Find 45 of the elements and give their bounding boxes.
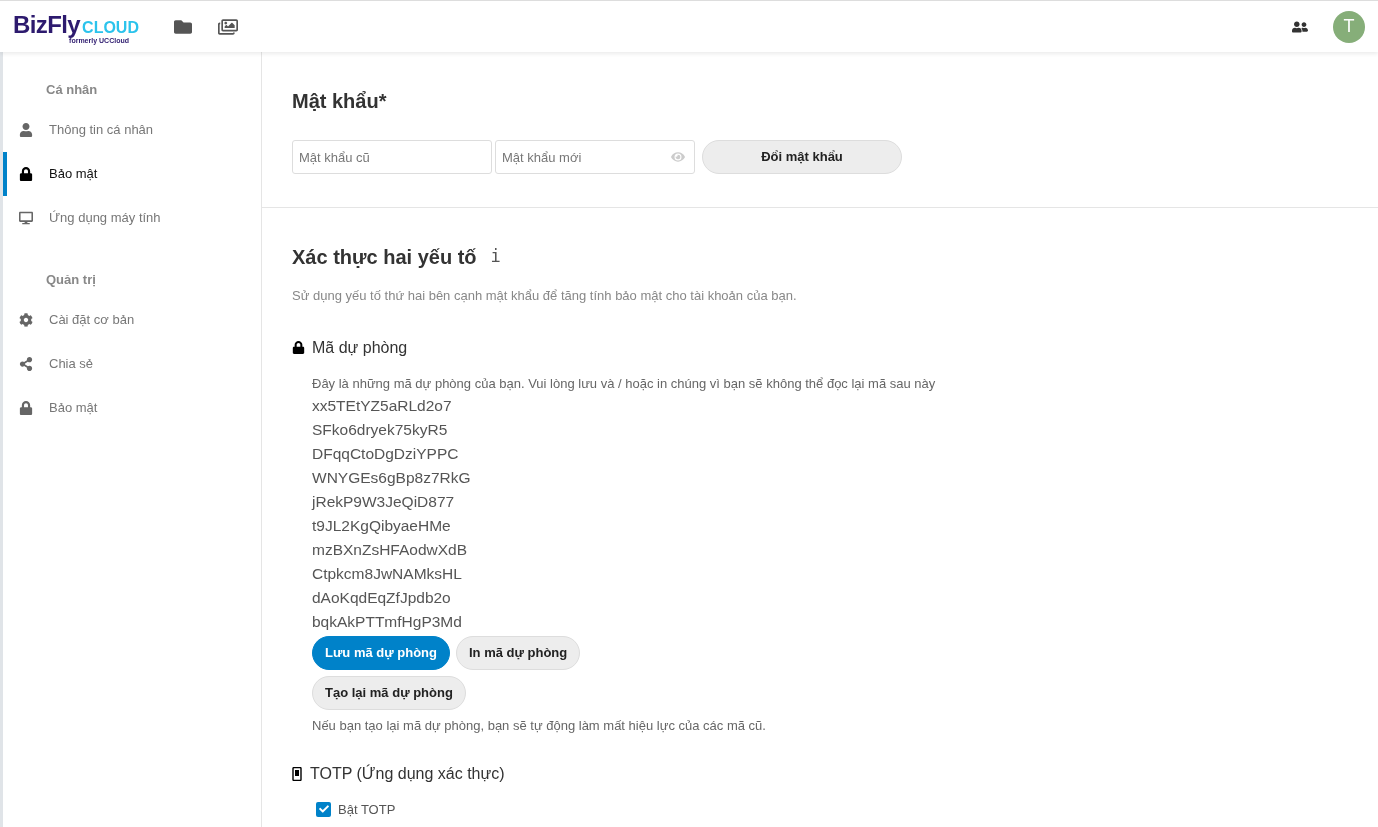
sidebar-item[interactable]: Ứng dụng máy tính bbox=[3, 196, 261, 240]
share-icon bbox=[19, 357, 33, 371]
sidebar-item[interactable]: Bảo mật bbox=[3, 152, 261, 196]
backup-code-button[interactable]: Tạo lại mã dự phòng bbox=[312, 676, 466, 710]
monitor-icon bbox=[19, 211, 33, 225]
sidebar-section-title: Quản trị bbox=[45, 271, 97, 290]
user-icon bbox=[19, 123, 33, 137]
backup-code: t9JL2KgQibyaeHMe bbox=[312, 516, 451, 536]
subsection-title: TOTP (Ứng dụng xác thực) bbox=[310, 763, 505, 784]
lock-icon bbox=[19, 167, 33, 181]
sidebar-item[interactable]: Cài đặt cơ bản bbox=[3, 298, 261, 342]
sidebar-item[interactable]: Chia sẻ bbox=[3, 342, 261, 386]
backup-code: SFko6dryek75kyR5 bbox=[312, 420, 448, 440]
section-title: Mật khẩu* bbox=[292, 89, 388, 114]
backup-intro: Đây là những mã dự phòng của bạn. Vui lòng lưu và / hoặc in chúng vì bạn sẽ không thể đọc lại mã sau này bbox=[312, 374, 937, 393]
sidebar-item[interactable]: Thông tin cá nhân bbox=[3, 108, 261, 152]
section-description: Sử dụng yếu tố thứ hai bên cạnh mật khẩu để tăng tính bảo mật cho tài khoản của bạn. bbox=[292, 287, 798, 305]
change-password-button[interactable]: Đổi mật khẩu bbox=[702, 140, 902, 174]
subsection-title: Mã dự phòng bbox=[312, 337, 408, 358]
sidebar-item[interactable]: Bảo mật bbox=[3, 386, 261, 430]
backup-code: jRekP9W3JeQiD877 bbox=[312, 492, 455, 512]
lock-icon bbox=[19, 401, 33, 415]
old-password-field[interactable]: Mật khẩu cũ bbox=[292, 140, 492, 174]
backup-code: bqkAkPTTmfHgP3Md bbox=[312, 612, 462, 632]
backup-code-button[interactable]: Lưu mã dự phòng bbox=[312, 636, 450, 670]
lock-icon bbox=[292, 341, 305, 354]
backup-code: xx5TEtYZ5aRLd2o7 bbox=[312, 396, 452, 416]
info-icon[interactable]: i bbox=[490, 244, 501, 270]
section-title: Xác thực hai yếu tố bbox=[292, 245, 477, 270]
enable-totp-checkbox[interactable]: Bật TOTP bbox=[316, 799, 396, 819]
regenerate-note: Nếu bạn tạo lại mã dự phòng, bạn sẽ tự động làm mất hiệu lực của các mã cũ. bbox=[312, 717, 767, 735]
backup-code-button[interactable]: In mã dự phòng bbox=[456, 636, 581, 670]
backup-code: dAoKqdEqZfJpdb2o bbox=[312, 588, 451, 608]
checkbox[interactable] bbox=[316, 801, 331, 817]
check-icon bbox=[318, 804, 329, 815]
folder-icon[interactable] bbox=[173, 17, 192, 36]
backup-code: mzBXnZsHFAodwXdB bbox=[312, 540, 468, 560]
new-password-field[interactable]: Mật khẩu mới bbox=[495, 140, 695, 174]
image-gallery-icon[interactable] bbox=[217, 16, 238, 37]
backup-code: DFqqCtoDgDziYPPC bbox=[312, 444, 459, 464]
backup-code: Ctpkcm8JwNAMksHL bbox=[312, 564, 462, 584]
phone-icon bbox=[292, 766, 302, 781]
sidebar-section-title: Cá nhân bbox=[45, 81, 99, 100]
backup-code: WNYGEs6gBp8z7RkG bbox=[312, 468, 471, 488]
gear-icon bbox=[19, 313, 33, 327]
